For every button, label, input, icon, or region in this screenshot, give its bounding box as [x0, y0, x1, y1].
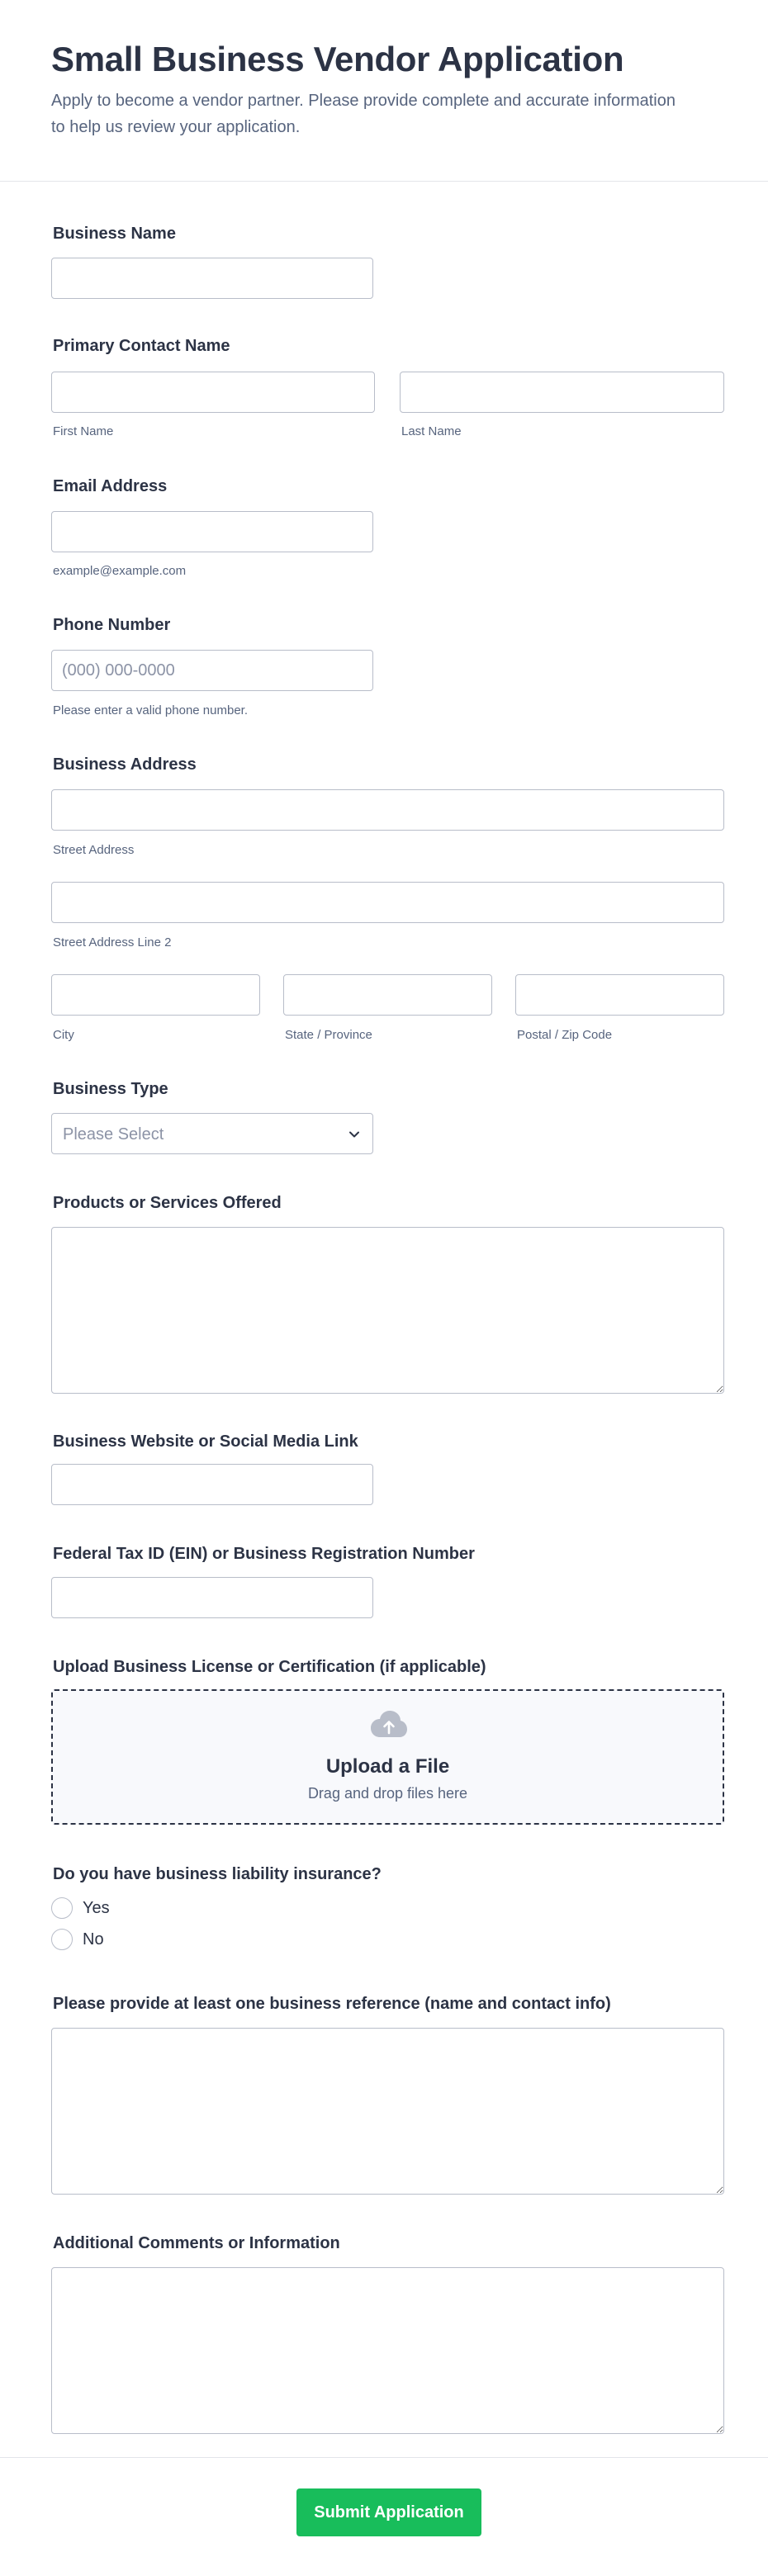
- radio-label-no: No: [83, 1930, 104, 1949]
- zip-sublabel: Postal / Zip Code: [517, 1028, 613, 1042]
- phone-label: Phone Number: [53, 616, 171, 634]
- upload-label: Upload Business License or Certification…: [53, 1658, 486, 1676]
- radio-label-yes: Yes: [83, 1899, 110, 1917]
- business-type-label: Business Type: [53, 1080, 168, 1098]
- street-address-line2-sublabel: Street Address Line 2: [53, 935, 172, 949]
- state-sublabel: State / Province: [285, 1028, 372, 1042]
- footer-divider: [0, 2457, 768, 2458]
- state-input[interactable]: [283, 974, 492, 1016]
- website-input[interactable]: [51, 1464, 373, 1505]
- upload-title: Upload a File: [325, 1755, 450, 1778]
- phone-sublabel: Please enter a valid phone number.: [53, 703, 248, 717]
- phone-input[interactable]: [51, 650, 373, 691]
- street-address-line2-input[interactable]: [51, 882, 724, 923]
- comments-label: Additional Comments or Information: [53, 2234, 340, 2252]
- email-input[interactable]: [51, 511, 373, 552]
- form-subtitle: Apply to become a vendor partner. Please…: [51, 92, 676, 136]
- form-header: Small Business Vendor Application Apply …: [0, 0, 768, 182]
- last-name-input[interactable]: [400, 372, 724, 413]
- website-label: Business Website or Social Media Link: [53, 1432, 358, 1451]
- business-name-label: Business Name: [53, 225, 176, 243]
- zip-input[interactable]: [515, 974, 724, 1016]
- chevron-down-icon: [349, 1131, 359, 1138]
- first-name-sublabel: First Name: [53, 424, 114, 438]
- products-textarea[interactable]: [51, 1227, 724, 1394]
- business-name-input[interactable]: [51, 258, 373, 299]
- file-upload-dropzone[interactable]: Upload a File Drag and drop files here: [51, 1689, 724, 1825]
- city-input[interactable]: [51, 974, 260, 1016]
- last-name-sublabel: Last Name: [401, 424, 462, 438]
- tax-id-label: Federal Tax ID (EIN) or Business Registr…: [53, 1545, 475, 1563]
- street-address-input[interactable]: [51, 789, 724, 831]
- upload-subtitle: Drag and drop files here: [307, 1785, 468, 1802]
- radio-circle[interactable]: [51, 1897, 73, 1919]
- comments-textarea[interactable]: [51, 2267, 724, 2434]
- cloud-upload-icon: [371, 1711, 407, 1737]
- tax-id-input[interactable]: [51, 1577, 373, 1618]
- products-label: Products or Services Offered: [53, 1194, 282, 1212]
- form-title: Small Business Vendor Application: [51, 40, 624, 78]
- email-label: Email Address: [53, 477, 168, 495]
- city-sublabel: City: [53, 1028, 74, 1042]
- insurance-option-no[interactable]: No: [51, 1928, 150, 1951]
- contact-name-label: Primary Contact Name: [53, 337, 230, 355]
- radio-circle[interactable]: [51, 1929, 73, 1950]
- email-sublabel: example@example.com: [53, 564, 187, 578]
- first-name-input[interactable]: [51, 372, 375, 413]
- reference-label: Please provide at least one business ref…: [53, 1995, 611, 2013]
- business-type-selected: Please Select: [63, 1125, 164, 1144]
- submit-button[interactable]: Submit Application: [296, 2488, 481, 2536]
- insurance-option-yes[interactable]: Yes: [51, 1896, 150, 1920]
- reference-textarea[interactable]: [51, 2028, 724, 2195]
- insurance-label: Do you have business liability insurance…: [53, 1865, 382, 1883]
- address-label: Business Address: [53, 755, 197, 774]
- street-address-sublabel: Street Address: [53, 843, 135, 857]
- business-type-select[interactable]: Please Select: [51, 1113, 373, 1154]
